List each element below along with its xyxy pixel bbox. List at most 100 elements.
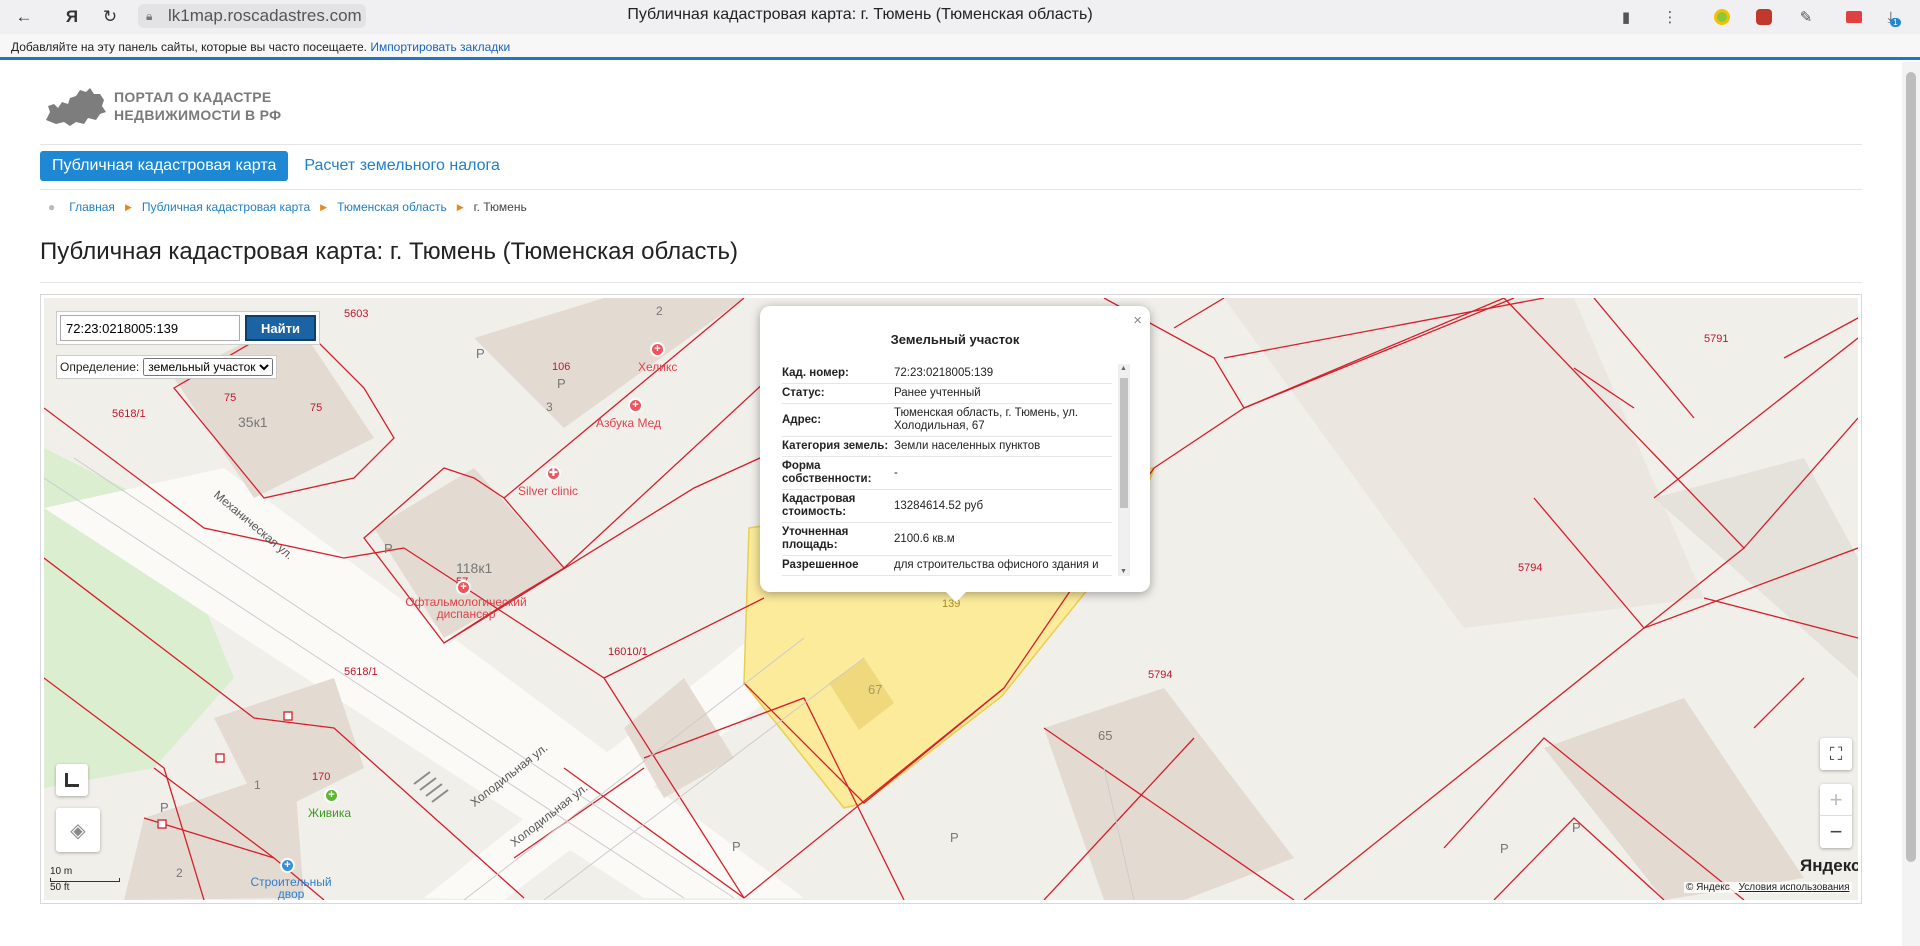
parking-marker: P: [160, 800, 169, 815]
breadcrumb-arrow-icon: ▶: [320, 201, 328, 212]
cadastral-search: Найти: [56, 311, 320, 345]
poi-label[interactable]: Азбука Мед: [596, 416, 661, 430]
parking-marker: P: [1500, 841, 1509, 856]
info-key: Кадастровая стоимость:: [782, 493, 856, 518]
parcel-info-table: Кад. номер: 72:23:0218005:139 Статус: Ране…: [782, 364, 1112, 576]
map-attribution: © Яндекс Условия использования: [1684, 882, 1852, 893]
poi-label[interactable]: Офтальмологический диспансер: [396, 596, 536, 620]
site-logo[interactable]: ПОРТАЛ О КАДАСТРЕ НЕДВИЖИМОСТИ В РФ: [44, 84, 281, 128]
scroll-down-icon[interactable]: ▼: [1120, 568, 1127, 575]
pharmacy-poi-icon[interactable]: +: [324, 788, 339, 803]
info-row: Уточненная площадь: 2100.6 кв.м: [782, 523, 1112, 556]
reload-icon[interactable]: ↻: [96, 3, 124, 31]
location-pin-icon: ●: [48, 200, 56, 214]
logo-line-2: НЕДВИЖИМОСТИ В РФ: [114, 107, 282, 123]
bookmark-icon[interactable]: ▮: [1612, 3, 1640, 31]
parcel-label: 5794: [1518, 562, 1543, 574]
breadcrumb-home[interactable]: Главная: [69, 200, 115, 214]
layers-button[interactable]: ◈: [56, 808, 100, 852]
info-row: Адрес: Тюменская область, г. Тюмень, ул. …: [782, 404, 1112, 437]
menu-icon[interactable]: ⋮: [1656, 3, 1684, 31]
tab-public-cadastral-map[interactable]: Публичная кадастровая карта: [40, 151, 289, 181]
logo-line-1: ПОРТАЛ О КАДАСТРЕ: [114, 89, 272, 105]
divider: [40, 189, 1862, 190]
scroll-up-icon[interactable]: ▲: [1120, 365, 1127, 372]
lock-icon: 🔒︎: [146, 9, 153, 23]
poi-label[interactable]: Silver clinic: [518, 484, 578, 498]
parking-marker: P: [1572, 820, 1581, 835]
breadcrumb-arrow-icon: ▶: [456, 201, 464, 212]
extension-icon[interactable]: [1840, 3, 1868, 31]
breadcrumb-region[interactable]: Тюменская область: [337, 200, 447, 214]
parcel-label: 75: [224, 392, 237, 404]
info-value: 72:23:0218005:139: [894, 367, 994, 379]
zoom-control: + −: [1820, 784, 1852, 848]
parcel-label: 75: [310, 402, 323, 414]
map-frame: 5603 106 75 75 5618/1 57 5618/1 16010/1 …: [40, 294, 1862, 904]
building-number: 2: [656, 304, 663, 318]
cadastral-search-input[interactable]: [60, 315, 240, 341]
ruler-tool-button[interactable]: [56, 764, 88, 796]
parcel-label: 106: [552, 361, 571, 373]
page-scrollbar[interactable]: [1902, 62, 1920, 946]
puzzle-icon[interactable]: ✎: [1792, 3, 1820, 31]
info-key: Форма собственности:: [782, 460, 872, 485]
address-bar[interactable]: 🔒︎ lk1map.roscadastres.com: [138, 4, 366, 28]
definition-label: Определение:: [60, 360, 140, 374]
building-number: 2: [176, 866, 183, 880]
scrollbar-thumb[interactable]: [1120, 378, 1128, 508]
tab-land-tax-calc[interactable]: Расчет земельного налога: [292, 151, 512, 181]
popup-scrollbar[interactable]: ▲ ▼: [1118, 364, 1130, 576]
scale-feet: 50 ft: [50, 882, 70, 893]
ruler-icon: [65, 773, 79, 787]
fullscreen-button[interactable]: ⛶: [1820, 738, 1852, 770]
building-number: 118к1: [456, 560, 493, 576]
medical-poi-icon[interactable]: +: [628, 398, 643, 413]
copyright-text: © Яндекс: [1686, 882, 1730, 893]
main-nav: Публичная кадастровая карта Расчет земел…: [40, 151, 512, 181]
cadastral-map[interactable]: 5603 106 75 75 5618/1 57 5618/1 16010/1 …: [44, 298, 1858, 900]
import-bookmarks-link[interactable]: Импортировать закладки: [370, 40, 510, 54]
zoom-out-button[interactable]: −: [1820, 816, 1852, 848]
parcel-label: 16010/1: [608, 646, 648, 658]
back-icon[interactable]: ←: [10, 3, 38, 31]
definition-select[interactable]: земельный участок: [143, 358, 274, 376]
info-row: Кад. номер: 72:23:0218005:139: [782, 364, 1112, 384]
parking-marker: P: [476, 346, 485, 361]
parcel-label: 5618/1: [112, 408, 146, 420]
parking-marker: P: [732, 839, 741, 854]
parking-marker: P: [557, 376, 566, 391]
breadcrumb: ● Главная ▶ Публичная кадастровая карта …: [48, 200, 527, 214]
layers-icon: ◈: [70, 819, 86, 842]
info-row: Категория земель: Земли населенных пункто…: [782, 437, 1112, 457]
medical-poi-icon[interactable]: +: [456, 580, 471, 595]
medical-poi-icon[interactable]: +: [650, 342, 665, 357]
info-row: Разрешенное для строительства офисного зд…: [782, 556, 1112, 576]
poi-label[interactable]: Строительный двор: [246, 876, 336, 900]
scrollbar-thumb[interactable]: [1906, 72, 1916, 862]
parcel-label: 5791: [1704, 333, 1729, 345]
parcel-label: 170: [312, 771, 331, 783]
fullscreen-icon: ⛶: [1829, 743, 1843, 764]
close-icon[interactable]: ×: [1133, 312, 1142, 329]
poi-label[interactable]: Живика: [308, 806, 351, 820]
info-key: Кад. номер:: [782, 367, 849, 379]
zoom-in-button[interactable]: +: [1820, 784, 1852, 816]
page-title: Публичная кадастровая карта: г. Тюмень (…: [40, 238, 738, 265]
parcel-label: 5603: [344, 308, 369, 320]
download-icon[interactable]: ⤓ 1: [1880, 3, 1908, 31]
scale-meters: 10 m: [50, 866, 73, 877]
yandex-logo[interactable]: Яндекс: [1800, 856, 1858, 876]
poi-label[interactable]: Хеликс: [638, 360, 677, 374]
store-poi-icon[interactable]: +: [280, 858, 295, 873]
terms-link[interactable]: Условия использования: [1739, 882, 1850, 893]
info-key: Уточненная площадь:: [782, 526, 849, 551]
info-value: Ранее учтенный: [894, 387, 981, 399]
yandex-browser-icon[interactable]: Я: [58, 3, 86, 31]
extension-icon[interactable]: [1708, 3, 1736, 31]
extension-icon[interactable]: [1750, 3, 1778, 31]
info-key: Статус:: [782, 387, 825, 399]
find-button[interactable]: Найти: [245, 315, 316, 341]
dental-poi-icon[interactable]: ✚: [546, 466, 561, 481]
breadcrumb-map[interactable]: Публичная кадастровая карта: [142, 200, 310, 214]
